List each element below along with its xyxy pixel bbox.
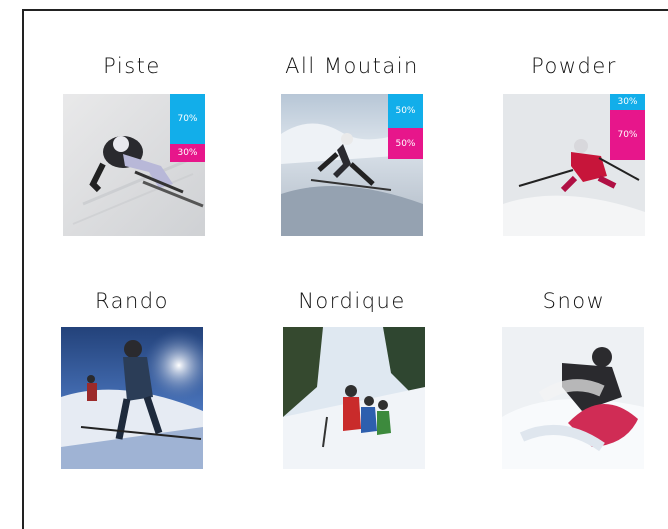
category-all-moutain[interactable]: All Moutain: [262, 52, 442, 80]
category-nordique[interactable]: Nordique: [262, 287, 442, 315]
category-label-nordique: Nordique: [298, 289, 406, 313]
category-label-powder: Powder: [531, 54, 617, 78]
category-label-snow: Snow: [542, 289, 606, 313]
thumbnail-snow[interactable]: [502, 327, 644, 469]
category-label-piste: Piste: [103, 54, 161, 78]
thumbnail-all-moutain[interactable]: 50% 50%: [281, 94, 423, 236]
thumbnail-powder[interactable]: 30% 70%: [503, 94, 645, 236]
share-badge-powder-pink: 70%: [610, 110, 645, 160]
thumbnail-piste[interactable]: 70% 30%: [63, 94, 205, 236]
thumbnail-nordique[interactable]: [283, 327, 425, 469]
category-rando[interactable]: Rando: [42, 287, 222, 315]
share-badge-powder-blue: 30%: [610, 94, 645, 110]
thumbnail-rando[interactable]: [61, 327, 203, 469]
share-badge-all-moutain-blue: 50%: [388, 94, 423, 128]
category-piste[interactable]: Piste: [42, 52, 222, 80]
snowboard-image: [502, 327, 644, 469]
category-powder[interactable]: Powder: [484, 52, 664, 80]
category-label-rando: Rando: [95, 289, 169, 313]
share-badge-piste-blue: 70%: [170, 94, 205, 144]
nordic-ski-image: [283, 327, 425, 469]
category-snow[interactable]: Snow: [484, 287, 664, 315]
share-badge-all-moutain-pink: 50%: [388, 128, 423, 159]
category-label-all-moutain: All Moutain: [285, 54, 419, 78]
ski-touring-image: [61, 327, 203, 469]
share-badge-piste-pink: 30%: [170, 144, 205, 162]
